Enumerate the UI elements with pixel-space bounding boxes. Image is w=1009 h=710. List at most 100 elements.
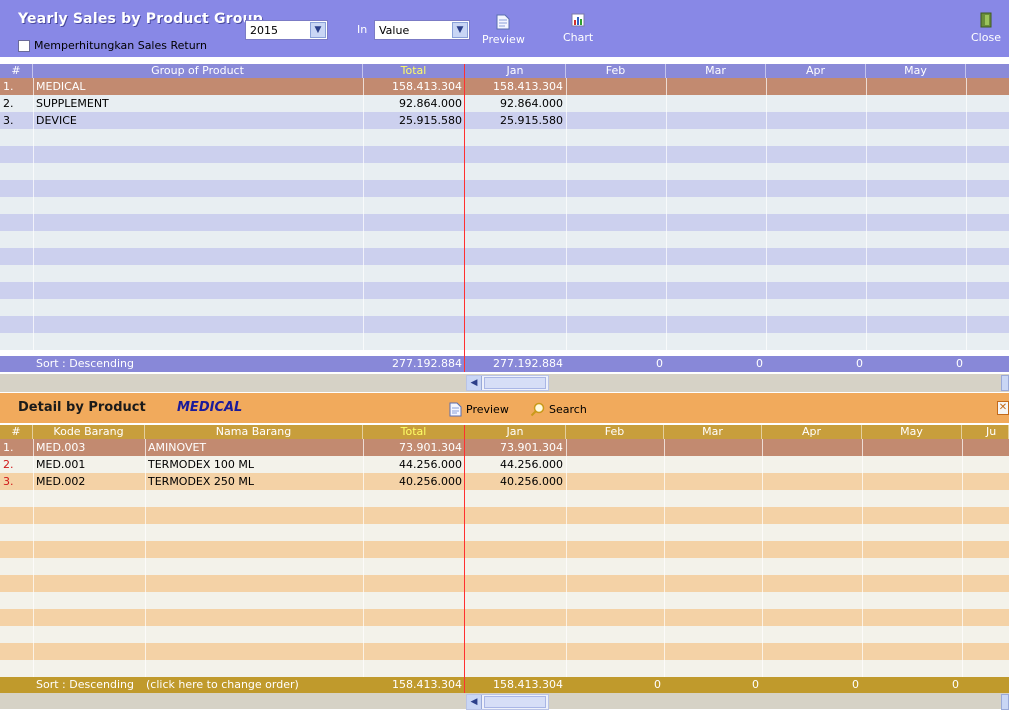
- current-month-marker: [464, 64, 465, 372]
- close-icon[interactable]: ✕: [997, 401, 1009, 415]
- chart-icon: [571, 12, 585, 28]
- row-total: 158.413.304: [392, 80, 462, 93]
- page-title: Yearly Sales by Product Group: [18, 11, 263, 27]
- col-total[interactable]: Total: [363, 64, 465, 78]
- empty-row: [0, 265, 1009, 282]
- column-divider: [664, 439, 665, 677]
- col-feb[interactable]: Feb: [566, 425, 664, 439]
- footer-mar: 0: [756, 357, 763, 370]
- col-mar[interactable]: Mar: [664, 425, 762, 439]
- table-row[interactable]: 1. MEDICAL 158.413.304 158.413.304: [0, 78, 1009, 95]
- col-no[interactable]: #: [0, 425, 33, 439]
- row-total: 25.915.580: [399, 114, 462, 127]
- table-row[interactable]: 3. MED.002 TERMODEX 250 ML 40.256.000 40…: [0, 473, 1009, 490]
- table-row[interactable]: 1. MED.003 AMINOVET 73.901.304 73.901.30…: [0, 439, 1009, 456]
- col-mar[interactable]: Mar: [666, 64, 766, 78]
- scroll-thumb[interactable]: [484, 696, 546, 708]
- document-icon: [449, 402, 462, 417]
- detail-preview-button[interactable]: Preview: [449, 402, 509, 417]
- col-code[interactable]: Kode Barang: [33, 425, 145, 439]
- sales-return-checkbox[interactable]: Memperhitungkan Sales Return: [18, 39, 207, 52]
- preview-button[interactable]: Preview: [482, 14, 525, 46]
- close-label: Close: [971, 31, 1001, 44]
- scroll-left-icon[interactable]: ◀: [467, 376, 482, 390]
- current-month-marker: [464, 425, 465, 693]
- grid-footer: Sort : Descending (click here to change …: [0, 677, 1009, 693]
- col-may[interactable]: May: [862, 425, 962, 439]
- col-jun[interactable]: Ju: [962, 425, 1009, 439]
- scroll-thumb[interactable]: [484, 377, 546, 389]
- scroll-left-icon[interactable]: ◀: [467, 695, 482, 709]
- table-row[interactable]: 2. SUPPLEMENT 92.864.000 92.864.000: [0, 95, 1009, 112]
- checkbox-box[interactable]: [18, 39, 30, 52]
- in-label: In: [357, 23, 368, 36]
- chart-button[interactable]: Chart: [563, 12, 593, 44]
- col-jan[interactable]: Jan: [465, 64, 566, 78]
- chart-label: Chart: [563, 31, 594, 44]
- preview-label: Preview: [482, 33, 525, 46]
- column-divider: [33, 78, 34, 356]
- close-button[interactable]: Close: [971, 12, 1001, 44]
- grid-footer: Sort : Descending 277.192.884 277.192.88…: [0, 356, 1009, 372]
- col-no[interactable]: #: [0, 64, 33, 78]
- col-jan[interactable]: Jan: [465, 425, 566, 439]
- column-divider: [566, 439, 567, 677]
- row-jan: 92.864.000: [500, 97, 563, 110]
- sort-label[interactable]: Sort : Descending: [33, 677, 143, 693]
- empty-row: [0, 660, 1009, 677]
- footer-total: 158.413.304: [392, 678, 462, 691]
- scroll-right-icon[interactable]: [1001, 375, 1009, 391]
- year-value: 2015: [250, 23, 278, 37]
- empty-row: [0, 197, 1009, 214]
- empty-row: [0, 316, 1009, 333]
- empty-row: [0, 541, 1009, 558]
- row-code: MED.003: [36, 441, 86, 454]
- detail-toolbar: Detail by Product MEDICAL Preview Search…: [0, 393, 1009, 423]
- empty-row: [0, 248, 1009, 265]
- footer-jan: 158.413.304: [493, 678, 563, 691]
- col-name[interactable]: Nama Barang: [145, 425, 363, 439]
- row-total: 92.864.000: [399, 97, 462, 110]
- col-may[interactable]: May: [866, 64, 966, 78]
- row-jan: 158.413.304: [493, 80, 563, 93]
- col-apr[interactable]: Apr: [766, 64, 866, 78]
- sort-hint[interactable]: (click here to change order): [143, 677, 363, 693]
- chevron-down-icon[interactable]: ▼: [310, 22, 326, 38]
- year-select[interactable]: 2015 ▼: [245, 20, 328, 40]
- scroll-right-icon[interactable]: [1001, 694, 1009, 710]
- column-divider: [566, 78, 567, 356]
- row-no: 1.: [3, 80, 14, 93]
- footer-may: 0: [956, 357, 963, 370]
- scroll-track[interactable]: ◀: [466, 375, 549, 391]
- empty-row: [0, 129, 1009, 146]
- col-feb[interactable]: Feb: [566, 64, 666, 78]
- sort-label[interactable]: Sort : Descending: [33, 356, 363, 372]
- detail-preview-label: Preview: [466, 403, 509, 416]
- footer-feb: 0: [654, 678, 661, 691]
- row-name: TERMODEX 100 ML: [148, 458, 255, 471]
- document-icon: [496, 14, 510, 30]
- row-jan: 73.901.304: [500, 441, 563, 454]
- scroll-track[interactable]: ◀: [466, 694, 549, 710]
- empty-row: [0, 575, 1009, 592]
- row-total: 73.901.304: [399, 441, 462, 454]
- exit-door-icon: [979, 12, 993, 28]
- col-apr[interactable]: Apr: [762, 425, 862, 439]
- measure-value: Value: [379, 23, 410, 37]
- column-divider: [862, 439, 863, 677]
- bottom-horizontal-scrollbar[interactable]: ◀: [0, 693, 1009, 710]
- column-divider: [33, 439, 34, 677]
- column-divider: [866, 78, 867, 356]
- top-horizontal-scrollbar[interactable]: ◀: [0, 374, 1009, 392]
- measure-select[interactable]: Value ▼: [374, 20, 470, 40]
- table-row[interactable]: 3. DEVICE 25.915.580 25.915.580: [0, 112, 1009, 129]
- chevron-down-icon[interactable]: ▼: [452, 22, 468, 38]
- table-row[interactable]: 2. MED.001 TERMODEX 100 ML 44.256.000 44…: [0, 456, 1009, 473]
- col-group[interactable]: Group of Product: [33, 64, 363, 78]
- search-button[interactable]: Search: [530, 402, 587, 417]
- group-sales-grid: # Group of Product Total Jan Feb Mar Apr…: [0, 64, 1009, 374]
- empty-row: [0, 180, 1009, 197]
- col-total[interactable]: Total: [363, 425, 465, 439]
- empty-row: [0, 643, 1009, 660]
- footer-apr: 0: [856, 357, 863, 370]
